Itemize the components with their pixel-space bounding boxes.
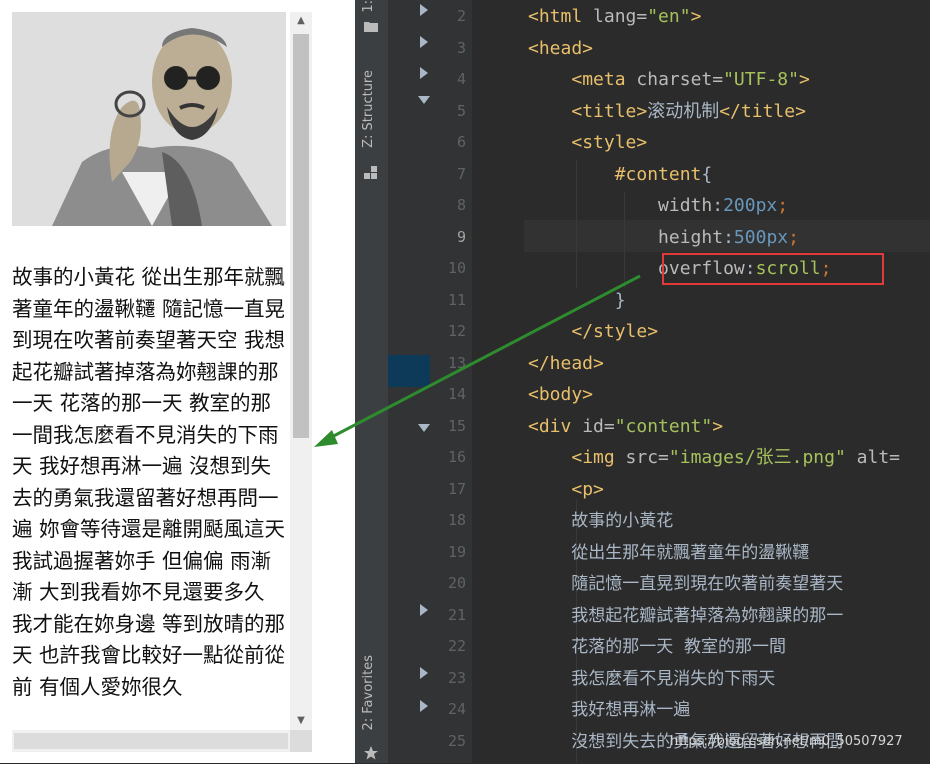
content-area: 故事的小黃花 從出生那年就飄著童年的盪鞦韆 隨記憶一直晃到現在吹著前奏望著天空 … (12, 12, 290, 758)
tool-tab-structure[interactable]: Z: Structure (361, 70, 376, 148)
overflow-highlight-box (662, 253, 884, 285)
browser-preview: 故事的小黃花 從出生那年就飄著童年的盪鞦韆 隨記憶一直晃到現在吹著前奏望著天空 … (0, 0, 355, 763)
horizontal-scroll-thumb[interactable] (14, 733, 288, 749)
line-number: 14 (447, 385, 466, 403)
fold-arrow-icon[interactable] (420, 36, 428, 48)
line-number: 11 (447, 290, 466, 309)
code-line[interactable]: <div id="content"> (528, 411, 723, 443)
content-scroll-container[interactable]: 故事的小黃花 從出生那年就飄著童年的盪鞦韆 隨記憶一直晃到現在吹著前奏望著天空 … (8, 8, 312, 758)
code-line[interactable]: <title>滚动机制</title> (528, 96, 806, 128)
line-number: 15 (447, 416, 466, 435)
line-number: 25 (447, 731, 466, 750)
line-number: 20 (447, 574, 466, 592)
tool-tab-favorites[interactable]: 2: Favorites (361, 655, 376, 731)
scroll-up-arrow-icon[interactable]: ▲ (290, 12, 312, 30)
fold-arrow-icon[interactable] (420, 667, 428, 679)
gutter-highlight (388, 355, 430, 387)
line-number: 7 (456, 164, 466, 183)
poem-paragraph: 故事的小黃花 從出生那年就飄著童年的盪鞦韆 隨記憶一直晃到現在吹著前奏望著天空 … (12, 265, 286, 699)
line-number: 22 (447, 637, 466, 655)
fold-expanded-icon[interactable] (418, 96, 430, 104)
code-line[interactable]: height:500px; (528, 222, 799, 254)
line-number-column: 2 3 4 5 6 7 8 9 10 11 12 13 14 15 16 17 18 19 20 21 22 23 24 25 (432, 0, 472, 763)
code-line[interactable]: 花落的那一天 教室的那一間 (528, 631, 786, 663)
code-line[interactable]: <img src="images/张三.png" alt= (528, 442, 900, 474)
line-number: 24 (447, 700, 466, 718)
code-line[interactable]: </style> (528, 316, 658, 348)
code-line[interactable]: 我怎麼看不見消失的下雨天 (528, 663, 775, 695)
fold-expanded-icon[interactable] (418, 424, 430, 432)
line-number: 18 (447, 511, 466, 529)
line-number: 16 (447, 448, 466, 466)
scrollbar-corner (290, 730, 312, 752)
line-number: 10 (447, 259, 466, 277)
watermark-text: https://blog.csdn.net/m0_50507927 (670, 734, 903, 749)
code-line[interactable]: width:200px; (528, 190, 788, 222)
scroll-down-arrow-icon[interactable]: ▼ (290, 712, 312, 730)
horizontal-scrollbar[interactable] (12, 730, 290, 752)
line-number: 6 (456, 133, 466, 151)
code-line[interactable]: <style> (528, 127, 647, 159)
fold-arrow-icon[interactable] (420, 700, 428, 712)
line-number: 5 (456, 101, 466, 120)
code-line[interactable]: 我想起花瓣試著掉落為妳翹課的那一 (528, 600, 843, 632)
ide-tool-strip: 1: Z: Structure 2: Favorites (355, 0, 389, 763)
tool-tab-project[interactable]: 1: (361, 0, 376, 13)
star-icon (364, 746, 378, 760)
code-line[interactable]: <body> (528, 379, 593, 411)
line-number: 19 (447, 542, 466, 561)
code-line[interactable]: <meta charset="UTF-8"> (528, 64, 809, 96)
structure-icon (364, 166, 378, 180)
line-number: 23 (447, 668, 466, 687)
fold-arrow-icon[interactable] (420, 67, 428, 79)
line-number: 21 (447, 605, 466, 624)
line-number: 8 (456, 196, 466, 214)
code-line[interactable]: <html lang="en"> (528, 1, 701, 33)
code-line[interactable]: </head> (528, 348, 604, 380)
line-number: 4 (456, 70, 466, 88)
code-line[interactable]: <head> (528, 33, 593, 65)
vertical-scroll-thumb[interactable] (293, 34, 309, 438)
fold-arrow-icon[interactable] (420, 4, 428, 16)
line-number: 3 (456, 38, 466, 57)
line-number: 9 (456, 227, 466, 246)
line-number: 2 (456, 7, 466, 25)
code-editor[interactable]: <html lang="en"> <head> <meta charset="UT… (472, 0, 930, 763)
code-line[interactable]: 故事的小黃花 (528, 505, 673, 537)
vertical-scrollbar[interactable]: ▲ ▼ (290, 12, 312, 730)
line-number: 17 (447, 479, 466, 498)
code-line[interactable]: 從出生那年就飄著童年的盪鞦韆 (528, 537, 809, 569)
line-number: 13 (447, 353, 466, 372)
code-line[interactable]: 我好想再淋一遍 (528, 694, 690, 726)
folder-icon (364, 20, 378, 34)
fold-arrow-icon[interactable] (420, 604, 428, 616)
code-line[interactable]: <p> (528, 474, 604, 506)
code-line[interactable]: 隨記憶一直晃到現在吹著前奏望著天 (528, 568, 843, 600)
portrait-image (12, 12, 286, 226)
code-line[interactable]: } (528, 285, 626, 317)
code-line[interactable]: #content{ (528, 159, 713, 191)
line-number: 12 (447, 322, 466, 340)
